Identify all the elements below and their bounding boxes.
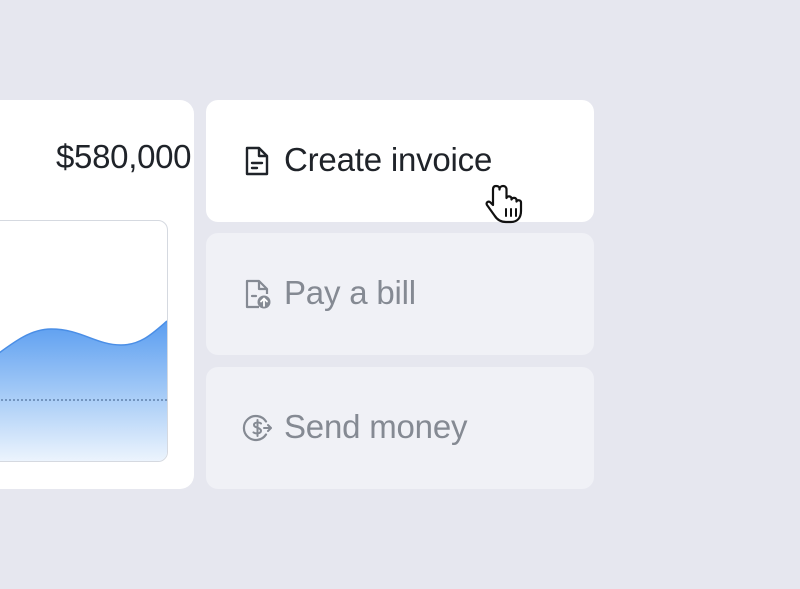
bill-upload-icon	[242, 278, 272, 310]
invoice-icon	[242, 145, 272, 177]
chart-area	[0, 321, 167, 461]
create-invoice-button[interactable]: Create invoice	[206, 100, 594, 222]
send-money-button[interactable]: Send money	[206, 367, 594, 489]
create-invoice-label: Create invoice	[284, 141, 493, 178]
pay-bill-label: Pay a bill	[284, 274, 416, 311]
pay-bill-button[interactable]: Pay a bill	[206, 233, 594, 355]
balance-amount: $580,000	[56, 138, 192, 175]
send-money-icon	[242, 412, 272, 444]
send-money-label: Send money	[284, 408, 468, 445]
balance-chart	[0, 220, 168, 462]
area-chart-graphic	[0, 320, 167, 461]
